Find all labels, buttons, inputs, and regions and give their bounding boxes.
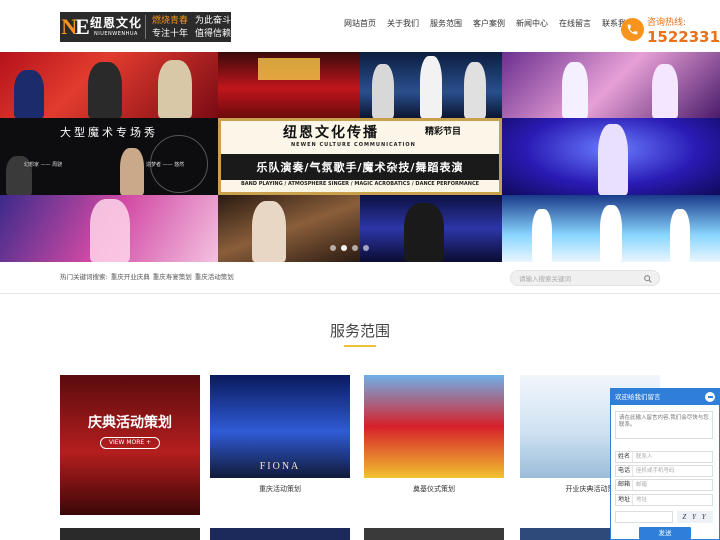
- logo-divider: [145, 15, 146, 39]
- logo-name-cn: 纽恩文化: [89, 16, 142, 30]
- page: NE 纽恩文化 NIUENWENHUA 燃烧青春 为此奋斗 专注十年 值得信赖 …: [0, 0, 720, 540]
- ad-program-list-en: BAND PLAYING / ATMOSPHERE SINGER / MAGIC…: [240, 181, 480, 187]
- search-input[interactable]: [519, 273, 639, 284]
- service-card-next-row[interactable]: [60, 528, 200, 540]
- service-card-next-row[interactable]: [520, 528, 610, 540]
- slider-dot[interactable]: [352, 245, 358, 251]
- banner-photo-harpist: [502, 118, 720, 195]
- send-button[interactable]: 发送: [639, 527, 691, 539]
- hotline-number: 15223315: [647, 28, 720, 46]
- slider-dot-active[interactable]: [341, 245, 347, 251]
- banner-photo-dancers: [502, 195, 720, 262]
- name-field: 姓名: [615, 451, 713, 463]
- slogan-line: 燃烧青春: [151, 15, 188, 26]
- banner-photo-singer: [360, 195, 502, 262]
- nav-message[interactable]: 在线留言: [559, 19, 591, 29]
- banner-photo-stage: [218, 52, 360, 118]
- banner-ad-card: 纽恩文化传播 精彩节目 NEWEN CULTURE COMMUNICATION …: [218, 118, 502, 195]
- slider-dot[interactable]: [363, 245, 369, 251]
- banner-photo-opera: [0, 52, 218, 118]
- banner-photo-violin: [218, 195, 360, 262]
- ad-badge: 精彩节目: [425, 127, 462, 137]
- logo-mark: NE: [61, 14, 90, 39]
- address-input[interactable]: [632, 495, 712, 505]
- ad-strip: 乐队演奏/气氛歌手/魔术杂技/舞蹈表演: [221, 154, 499, 180]
- logo-name: 纽恩文化 NIUENWENHUA: [89, 16, 143, 38]
- logo-name-en: NIUENWENHUA: [93, 31, 138, 37]
- captcha-image[interactable]: Z Y Y: [677, 511, 713, 523]
- featured-card-title: 庆典活动策划: [88, 415, 172, 431]
- phone-icon: [621, 18, 644, 41]
- hot-keyword-link[interactable]: 重庆活动策划: [195, 273, 234, 282]
- magician-caption-right: 造梦者 —— 悠然: [146, 162, 185, 168]
- main-nav: 网站首页 关于我们 服务范围 客户案例 新闻中心 在线留言 联系我们: [344, 19, 645, 29]
- hero-banner[interactable]: 大型魔术专场秀 幻想家 —— 周骁 造梦者 —— 悠然 纽恩文化传播 精彩节目 …: [0, 52, 720, 262]
- search-icon[interactable]: [643, 274, 653, 284]
- service-card-caption[interactable]: 奠基仪式策划: [364, 485, 504, 494]
- site-logo[interactable]: NE 纽恩文化 NIUENWENHUA 燃烧青春 为此奋斗 专注十年 值得信赖: [60, 12, 231, 42]
- service-card-next-row[interactable]: [364, 528, 504, 540]
- phone-input[interactable]: [632, 466, 712, 476]
- field-label: 姓名: [618, 453, 631, 460]
- field-label: 地址: [618, 496, 631, 503]
- section-title: 服务范围: [329, 322, 390, 340]
- service-card-caption[interactable]: 重庆活动策划: [210, 485, 350, 494]
- slogan-line: 专注十年: [151, 28, 188, 39]
- captcha-input[interactable]: [615, 511, 673, 523]
- ad-english-name: NEWEN CULTURE COMMUNICATION: [291, 142, 416, 148]
- ad-title: 纽恩文化传播: [283, 125, 379, 141]
- service-card-image: 庆典活动策划 VIEW MORE +: [60, 375, 200, 515]
- banner-magic-show: 大型魔术专场秀 幻想家 —— 周骁 造梦者 —— 悠然: [0, 118, 218, 195]
- nav-cases[interactable]: 客户案例: [473, 19, 505, 29]
- email-field: 邮箱: [615, 479, 713, 491]
- phone-field: 电话: [615, 465, 713, 477]
- nav-about[interactable]: 关于我们: [387, 19, 419, 29]
- hot-keywords-label: 热门关键词搜索:: [60, 273, 108, 281]
- search-box: [510, 270, 660, 286]
- banner-photo-dance: [0, 195, 218, 262]
- nav-home[interactable]: 网站首页: [344, 19, 376, 29]
- magician-caption-left: 幻想家 —— 周骁: [24, 162, 63, 168]
- service-card[interactable]: 奠基仪式策划: [364, 375, 504, 494]
- stage-brand-text: FIONA: [259, 461, 301, 472]
- nav-services[interactable]: 服务范围: [430, 19, 462, 29]
- field-label: 电话: [618, 467, 631, 474]
- view-more-button[interactable]: VIEW MORE +: [100, 437, 160, 449]
- message-widget: 欢迎给我们留言 姓名 电话 邮箱 地址 Z Y Y 发送: [610, 388, 720, 540]
- service-card-next-row[interactable]: [210, 528, 350, 540]
- slogan-line: 为此奋斗: [194, 15, 231, 26]
- nav-news[interactable]: 新闻中心: [516, 19, 548, 29]
- slider-dots: [330, 245, 374, 251]
- email-input[interactable]: [632, 480, 712, 490]
- logo-slogan: 燃烧青春 为此奋斗 专注十年 值得信赖: [148, 15, 231, 40]
- banner-photo-band: [360, 52, 502, 118]
- service-card-image: FIONA: [210, 375, 350, 478]
- banner-photo-harp: [502, 52, 720, 118]
- message-widget-header[interactable]: 欢迎给我们留言: [611, 389, 719, 405]
- name-input[interactable]: [632, 452, 712, 462]
- message-widget-title: 欢迎给我们留言: [615, 393, 661, 401]
- ad-program-list: 乐队演奏/气氛歌手/魔术杂技/舞蹈表演: [256, 160, 464, 174]
- slider-dot[interactable]: [330, 245, 336, 251]
- address-field: 地址: [615, 494, 713, 506]
- hot-keywords: 热门关键词搜索: 重庆开业庆典 重庆寿宴策划 重庆活动策划: [60, 273, 237, 282]
- service-card-featured[interactable]: 庆典活动策划 VIEW MORE +: [60, 375, 200, 515]
- message-textarea[interactable]: [615, 411, 713, 439]
- section-title-underline: [344, 345, 376, 347]
- service-card[interactable]: FIONA 重庆活动策划: [210, 375, 350, 494]
- slogan-line: 值得信赖: [194, 28, 231, 39]
- site-header: NE 纽恩文化 NIUENWENHUA 燃烧青春 为此奋斗 专注十年 值得信赖 …: [0, 0, 720, 52]
- hot-keyword-link[interactable]: 重庆寿宴策划: [153, 273, 192, 282]
- service-card-image: [364, 375, 504, 478]
- field-label: 邮箱: [618, 481, 631, 488]
- minimize-icon[interactable]: [705, 392, 715, 402]
- hot-keyword-link[interactable]: 重庆开业庆典: [111, 273, 150, 282]
